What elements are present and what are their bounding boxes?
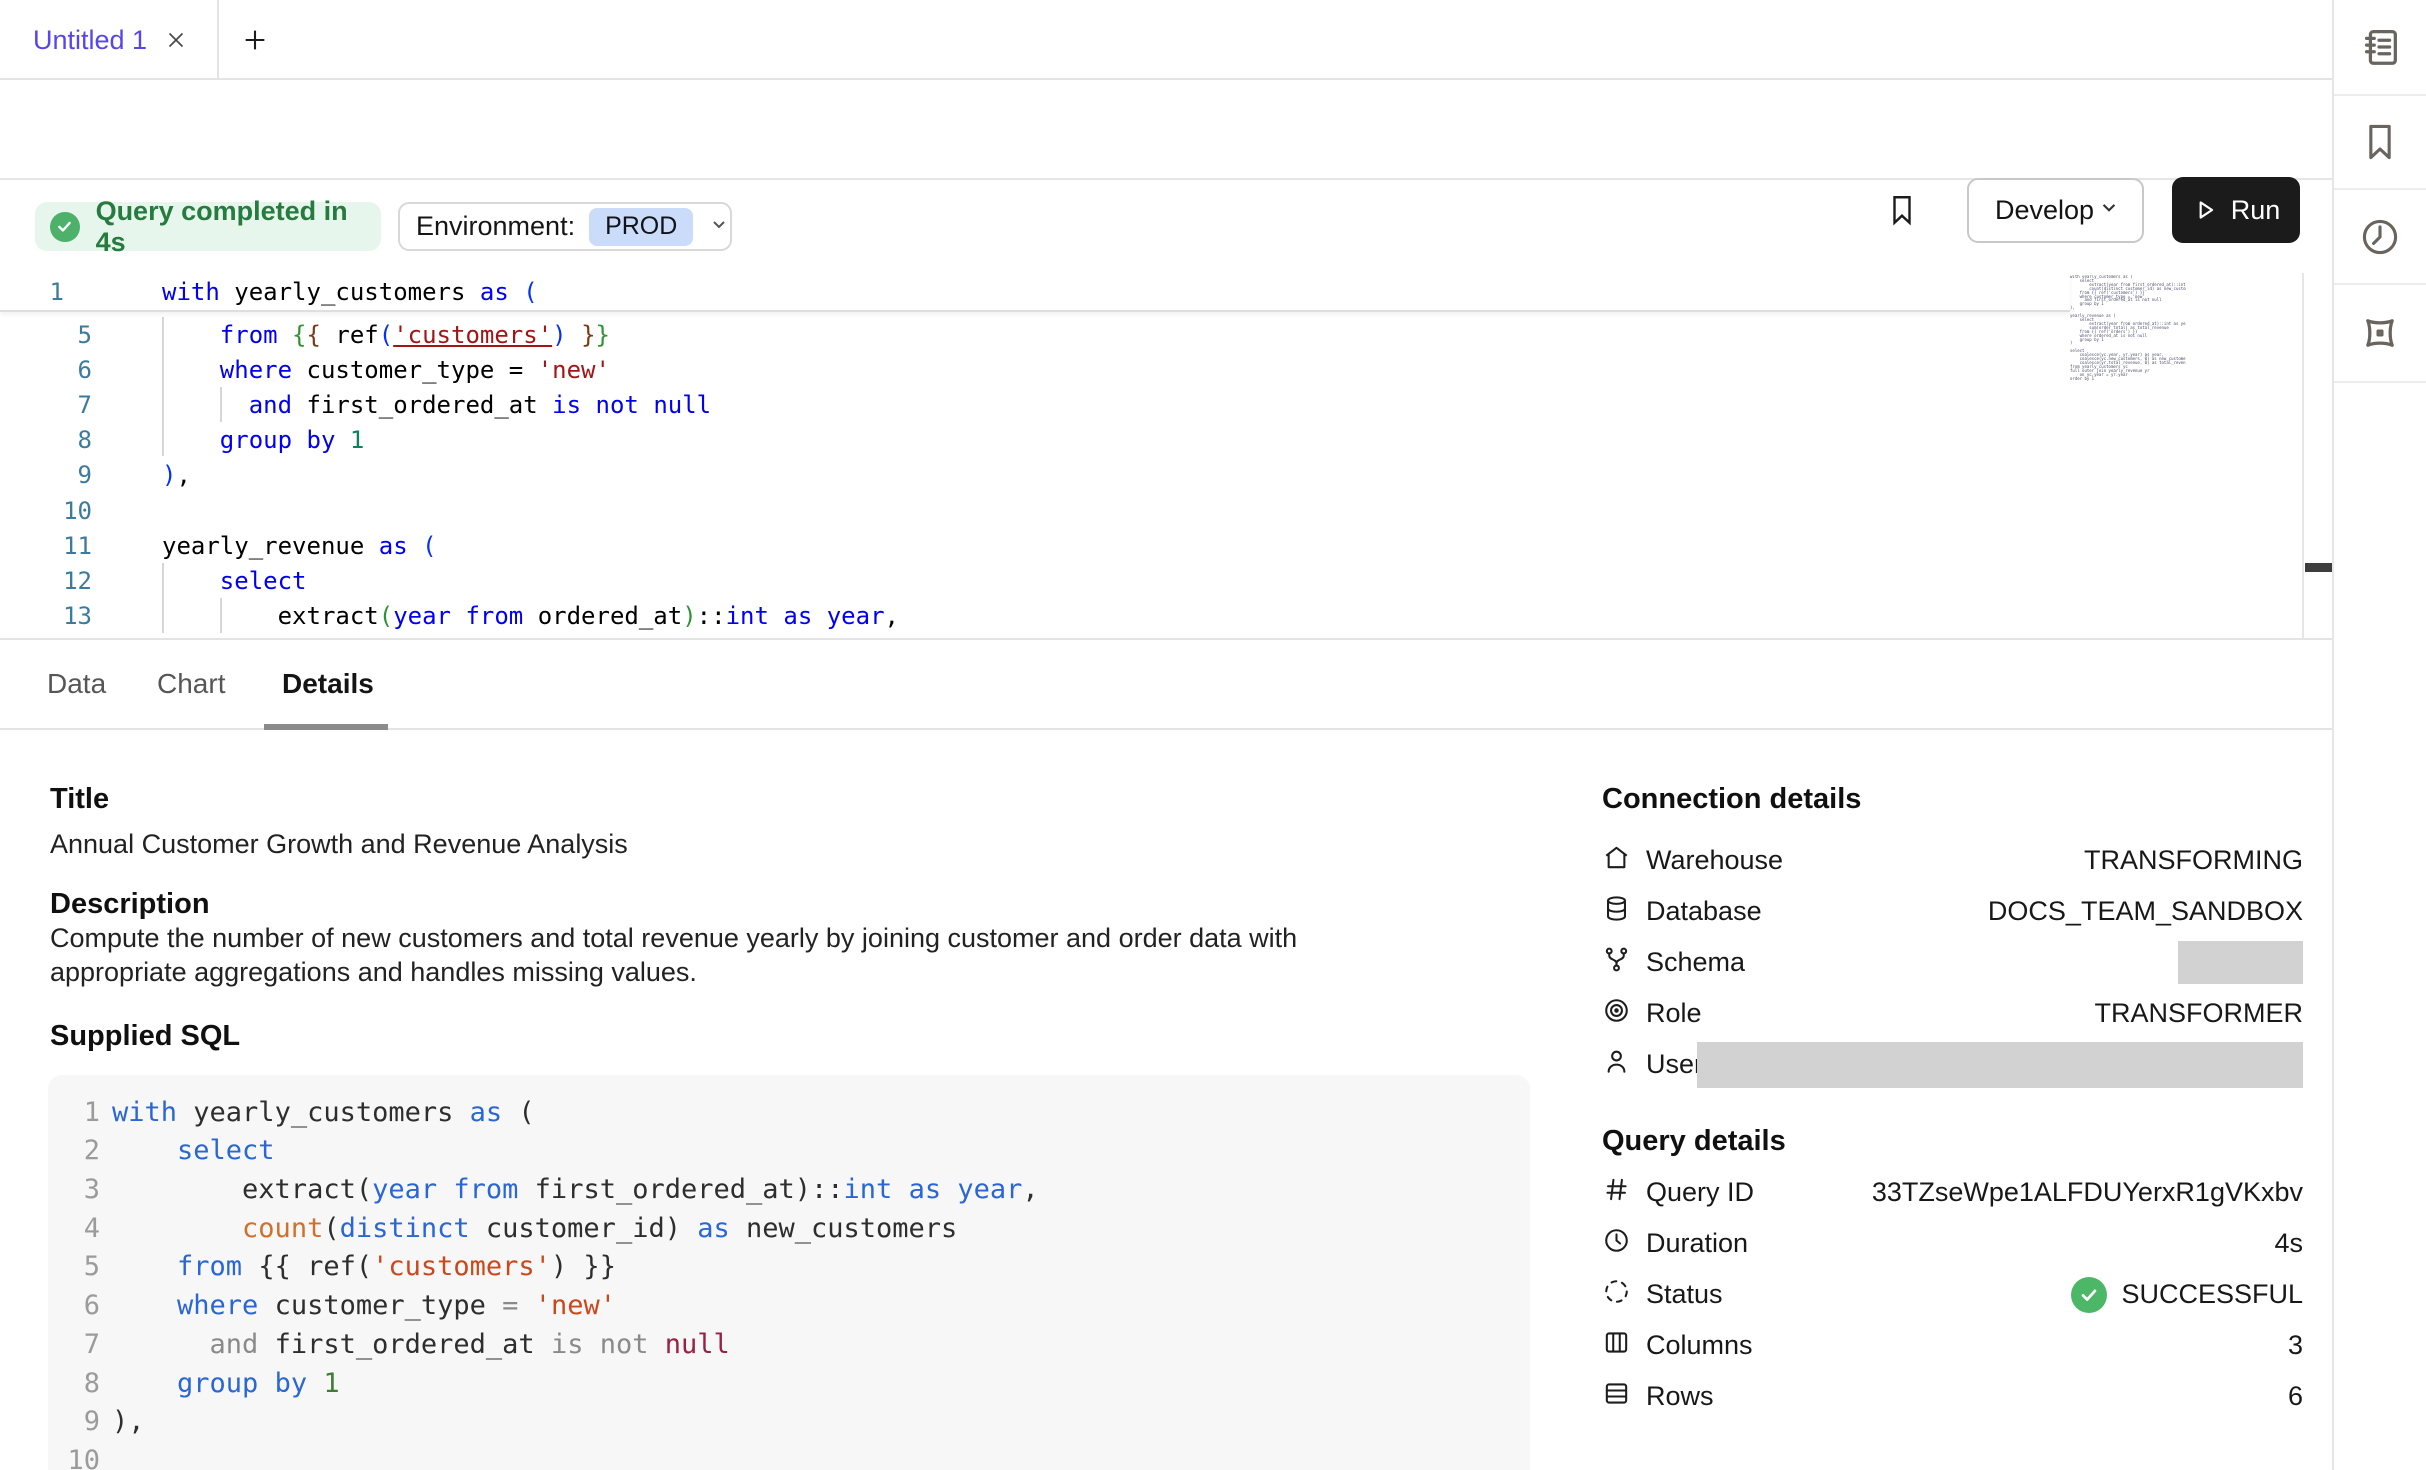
- scrollbar-thumb[interactable]: [2305, 563, 2332, 572]
- bookmark-icon: [2358, 120, 2402, 164]
- detail-value: DOCS_TEAM_SANDBOX: [1988, 896, 2303, 927]
- result-tab-data[interactable]: Data: [29, 640, 124, 728]
- rail-item-explore[interactable]: [2334, 285, 2426, 383]
- detail-value: TRANSFORMING: [2084, 845, 2303, 876]
- supplied-sql-block: 1with yearly_customers as (2 select3 ext…: [48, 1075, 1530, 1470]
- compass-icon: [2357, 310, 2403, 356]
- detail-row-schema: Schema: [1602, 937, 2303, 988]
- house-icon: [1602, 843, 1631, 879]
- tab-title: Untitled 1: [33, 25, 147, 56]
- detail-label: Role: [1646, 998, 1702, 1029]
- detail-label: Warehouse: [1646, 845, 1783, 876]
- detail-row-query-id: Query ID 33TZseWpe1ALFDUYerxR1gVKxbv: [1602, 1167, 2303, 1218]
- indent-guide: [220, 598, 222, 633]
- title-heading: Title: [50, 783, 109, 816]
- close-icon[interactable]: [163, 27, 189, 53]
- rail-item-history[interactable]: [2334, 190, 2426, 285]
- detail-label: Query ID: [1646, 1177, 1754, 1208]
- result-tab-chart[interactable]: Chart: [139, 640, 243, 728]
- rail-item-bookmarks[interactable]: [2334, 96, 2426, 190]
- sticky-scroll-line[interactable]: 1with yearly_customers as (: [0, 273, 2070, 312]
- detail-row-warehouse: Warehouse TRANSFORMING: [1602, 835, 2303, 886]
- clock-icon: [1602, 1226, 1631, 1262]
- detail-value: 4s: [2274, 1228, 2303, 1259]
- editor-scrollbar: [2302, 273, 2332, 638]
- schema-icon: [1602, 945, 1631, 981]
- description-value: Compute the number of new customers and …: [50, 921, 1415, 989]
- details-right-panel: Connection details Warehouse TRANSFORMING…: [1602, 0, 2303, 1470]
- redacted-value: [2178, 941, 2303, 984]
- sql-line: 5 from {{ ref('customers') }}: [48, 1247, 1530, 1286]
- query-details-heading: Query details: [1602, 1125, 1786, 1158]
- detail-row-rows: Rows 6: [1602, 1371, 2303, 1422]
- ref-link[interactable]: 'customers': [393, 321, 552, 349]
- main-column: Untitled 1 Develop Run: [0, 0, 2332, 1470]
- detail-label: User: [1646, 1049, 1703, 1080]
- detail-value: SUCCESSFUL: [2121, 1279, 2303, 1310]
- detail-label: Rows: [1646, 1381, 1714, 1412]
- detail-label: Duration: [1646, 1228, 1748, 1259]
- detail-label: Columns: [1646, 1330, 1753, 1361]
- query-status-pill: Query completed in 4s: [35, 202, 381, 251]
- detail-value: 6: [2288, 1381, 2303, 1412]
- hash-icon: [1602, 1175, 1631, 1211]
- redacted-value: [1697, 1042, 2303, 1088]
- description-heading: Description: [50, 888, 210, 921]
- detail-value: TRANSFORMER: [2095, 998, 2304, 1029]
- result-tab-details[interactable]: Details: [264, 640, 392, 728]
- detail-row-database: Database DOCS_TEAM_SANDBOX: [1602, 886, 2303, 937]
- rail-item-notebook[interactable]: [2334, 0, 2426, 96]
- sql-line: 6 where customer_type = 'new': [48, 1286, 1530, 1325]
- detail-value: 33TZseWpe1ALFDUYerxR1gVKxbv: [1872, 1177, 2303, 1208]
- detail-label: Database: [1646, 896, 1762, 927]
- title-value: Annual Customer Growth and Revenue Analy…: [50, 829, 628, 860]
- supplied-sql-heading: Supplied SQL: [50, 1020, 240, 1053]
- detail-label: Schema: [1646, 947, 1745, 978]
- sql-line: 4 count(distinct customer_id) as new_cus…: [48, 1209, 1530, 1248]
- detail-row-role: Role TRANSFORMER: [1602, 988, 2303, 1039]
- check-circle-icon: [2071, 1277, 2107, 1313]
- right-icon-rail: [2332, 0, 2426, 1470]
- connection-details-heading: Connection details: [1602, 783, 1861, 816]
- user-icon: [1602, 1047, 1631, 1083]
- chevron-down-icon: [707, 212, 731, 241]
- notebook-icon: [2357, 24, 2403, 70]
- check-circle-icon: [50, 212, 80, 242]
- sql-line: 2 select: [48, 1131, 1530, 1170]
- environment-select[interactable]: Environment: PROD: [398, 202, 732, 251]
- indent-guide: [162, 317, 164, 456]
- indent-guide: [220, 387, 222, 422]
- active-tab-underline: [264, 724, 388, 730]
- detail-row-columns: Columns 3: [1602, 1320, 2303, 1371]
- rowsicon-icon: [1602, 1379, 1631, 1415]
- app-window: Untitled 1 Develop Run: [0, 0, 2426, 1470]
- sql-line: 7 and first_ordered_at is not null: [48, 1325, 1530, 1364]
- sql-line: 8 group by 1: [48, 1364, 1530, 1403]
- database-icon: [1602, 894, 1631, 930]
- sql-line: 9),: [48, 1402, 1530, 1441]
- environment-label: Environment:: [416, 211, 575, 242]
- detail-value: 3: [2288, 1330, 2303, 1361]
- new-tab-button[interactable]: [241, 26, 269, 54]
- sql-line: 10: [48, 1441, 1530, 1470]
- sql-line: 1with yearly_customers as (: [48, 1093, 1530, 1132]
- indent-guide: [162, 563, 164, 633]
- spinner-icon: [1602, 1277, 1631, 1313]
- sql-line: 3 extract(year from first_ordered_at)::i…: [48, 1170, 1530, 1209]
- tab-untitled-1[interactable]: Untitled 1: [0, 0, 219, 80]
- detail-row-user: User: [1602, 1039, 2303, 1090]
- target-icon: [1602, 996, 1631, 1032]
- detail-label: Status: [1646, 1279, 1723, 1310]
- columns-icon: [1602, 1328, 1631, 1364]
- query-completed-text: Query completed in 4s: [96, 196, 381, 258]
- detail-row-status: Status SUCCESSFUL: [1602, 1269, 2303, 1320]
- clock-icon: [2358, 215, 2402, 259]
- detail-row-duration: Duration 4s: [1602, 1218, 2303, 1269]
- environment-badge: PROD: [589, 208, 693, 246]
